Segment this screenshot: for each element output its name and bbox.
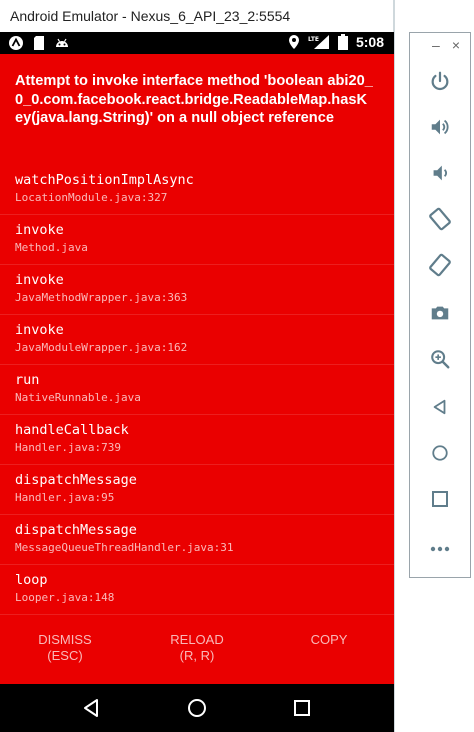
frame-file: Looper.java:148 xyxy=(15,591,115,604)
zoom-button[interactable] xyxy=(410,339,470,379)
overview-icon xyxy=(432,491,448,507)
stack-frame[interactable]: invoke JavaMethodWrapper.java:363 xyxy=(0,265,394,315)
stack-trace: watchPositionImplAsync LocationModule.ja… xyxy=(0,165,394,615)
location-icon xyxy=(288,35,299,49)
power-button[interactable] xyxy=(410,61,470,101)
frame-method: loop xyxy=(15,572,48,588)
redbox-error-screen: Attempt to invoke interface method 'bool… xyxy=(0,54,394,684)
nav-home-button[interactable] xyxy=(177,688,217,728)
nav-recents-button[interactable] xyxy=(282,688,322,728)
overview-button[interactable] xyxy=(410,479,470,519)
copy-label: COPY xyxy=(310,632,348,647)
home-button[interactable] xyxy=(410,433,470,473)
reload-label: RELOAD xyxy=(170,632,224,647)
svg-text:LTE: LTE xyxy=(308,36,319,43)
recents-square-icon xyxy=(293,700,310,716)
expo-notification-icon xyxy=(9,36,23,50)
frame-method: invoke xyxy=(15,222,64,238)
stack-frame[interactable]: dispatchMessage Handler.java:95 xyxy=(0,465,394,515)
reload-hint: (R, R) xyxy=(179,648,215,663)
minimize-button[interactable]: – xyxy=(432,37,440,53)
frame-method: invoke xyxy=(15,272,64,288)
zoom-icon xyxy=(431,350,450,369)
camera-icon xyxy=(431,306,449,320)
stack-frame[interactable]: watchPositionImplAsync LocationModule.ja… xyxy=(0,165,394,215)
sd-card-icon xyxy=(34,36,44,50)
home-icon xyxy=(432,445,448,461)
android-status-bar: LTE 5:08 xyxy=(0,32,394,54)
frame-file: MessageQueueThreadHandler.java:31 xyxy=(15,541,234,554)
frame-method: dispatchMessage xyxy=(15,472,137,488)
back-icon xyxy=(433,399,446,415)
dismiss-hint: (ESC) xyxy=(47,648,83,663)
battery-icon xyxy=(337,34,348,50)
frame-file: LocationModule.java:327 xyxy=(15,191,168,204)
dismiss-label: DISMISS xyxy=(38,632,92,647)
volume-up-button[interactable] xyxy=(410,107,470,147)
frame-file: Handler.java:739 xyxy=(15,441,121,454)
frame-file: Method.java xyxy=(15,241,88,254)
frame-method: dispatchMessage xyxy=(15,522,137,538)
emulator-side-toolbar: – × xyxy=(409,32,471,578)
frame-file: JavaMethodWrapper.java:363 xyxy=(15,291,188,304)
window-divider xyxy=(394,0,395,732)
volume-down-button[interactable] xyxy=(410,153,470,193)
more-icon xyxy=(430,546,450,552)
close-button[interactable]: × xyxy=(452,37,460,53)
screenshot-button[interactable] xyxy=(410,293,470,333)
dismiss-button[interactable]: DISMISS (ESC) xyxy=(20,632,110,682)
stack-frame[interactable]: invoke Method.java xyxy=(0,215,394,265)
nav-back-button[interactable] xyxy=(72,688,112,728)
home-circle-icon xyxy=(187,699,206,717)
frame-file: Handler.java:95 xyxy=(15,491,115,504)
frame-file: NativeRunnable.java xyxy=(15,391,141,404)
frame-method: run xyxy=(15,372,40,388)
android-icon xyxy=(56,38,68,47)
stack-frame[interactable]: invoke JavaModuleWrapper.java:162 xyxy=(0,315,394,365)
frame-method: handleCallback xyxy=(15,422,129,438)
rotate-right-icon xyxy=(429,253,451,277)
emulator-screen[interactable]: LTE 5:08 Attempt to invoke interface met… xyxy=(0,32,394,732)
redbox-actions: DISMISS (ESC) RELOAD (R, R) COPY xyxy=(0,632,394,682)
rotate-right-button[interactable] xyxy=(410,245,470,285)
window-title: Android Emulator - Nexus_6_API_23_2:5554 xyxy=(0,0,394,32)
rotate-left-icon xyxy=(429,207,451,231)
reload-button[interactable]: RELOAD (R, R) xyxy=(152,632,242,682)
stack-frame[interactable]: loop Looper.java:148 xyxy=(0,565,394,615)
lte-signal-icon: LTE xyxy=(308,35,329,49)
stack-frame[interactable]: run NativeRunnable.java xyxy=(0,365,394,415)
back-triangle-icon xyxy=(84,699,99,717)
status-time: 5:08 xyxy=(355,34,384,50)
back-button[interactable] xyxy=(410,387,470,427)
stack-frame[interactable]: handleCallback Handler.java:739 xyxy=(0,415,394,465)
more-button[interactable] xyxy=(410,529,470,569)
stack-frame[interactable]: dispatchMessage MessageQueueThreadHandle… xyxy=(0,515,394,565)
rotate-left-button[interactable] xyxy=(410,199,470,239)
error-message: Attempt to invoke interface method 'bool… xyxy=(15,73,373,127)
volume-down-icon xyxy=(433,165,447,181)
frame-file: JavaModuleWrapper.java:162 xyxy=(15,341,188,354)
volume-up-icon xyxy=(431,119,449,135)
frame-method: watchPositionImplAsync xyxy=(15,172,194,188)
copy-button[interactable]: COPY xyxy=(284,632,374,682)
power-icon xyxy=(431,71,449,91)
android-nav-bar xyxy=(0,684,394,732)
frame-method: invoke xyxy=(15,322,64,338)
